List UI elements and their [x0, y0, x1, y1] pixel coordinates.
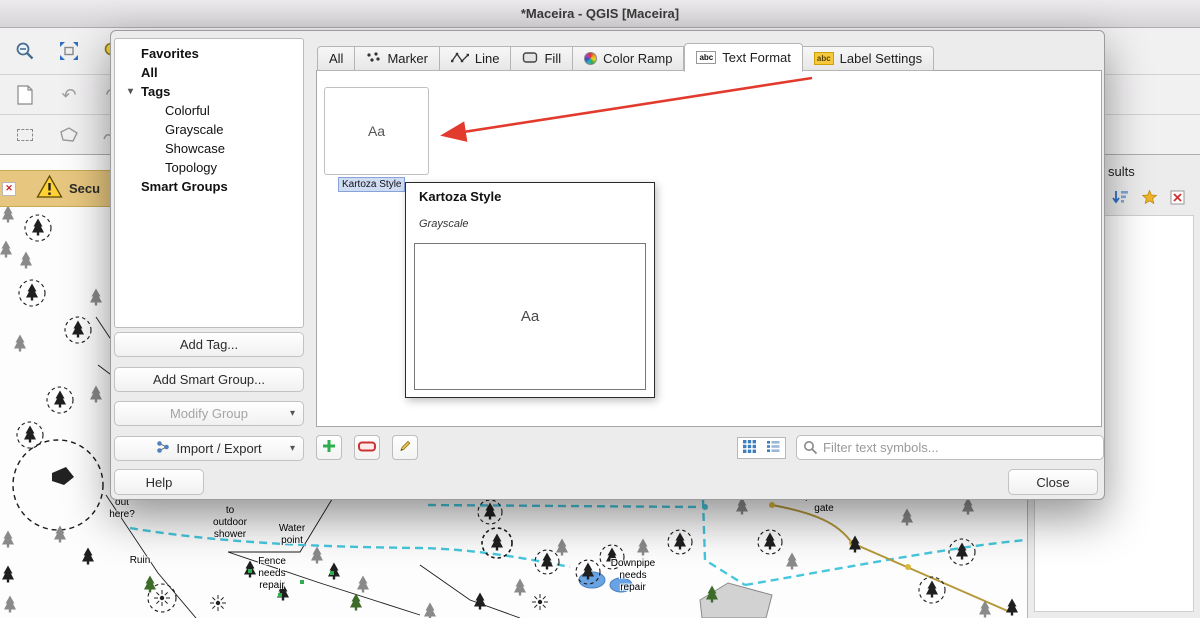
- tags-item-grayscale[interactable]: Grayscale: [115, 120, 303, 139]
- tags-item-topology[interactable]: Topology: [115, 158, 303, 177]
- symbol-item-kartoza-style[interactable]: Aa: [324, 87, 429, 175]
- tags-item-smart-groups[interactable]: Smart Groups: [115, 177, 303, 196]
- map-label: to outdoor shower: [204, 505, 256, 541]
- map-label: out here?: [100, 497, 144, 521]
- sort-icon[interactable]: [1112, 190, 1129, 210]
- warning-icon: [36, 174, 63, 204]
- select-rectangle-icon[interactable]: [12, 122, 38, 148]
- share-icon: [156, 440, 170, 457]
- pencil-icon: [398, 439, 412, 456]
- message-bar-text: Secu: [69, 181, 100, 196]
- close-button[interactable]: Close: [1008, 469, 1098, 495]
- filter-field-wrap: [796, 435, 1104, 460]
- line-icon: [451, 51, 469, 67]
- tab-color-ramp[interactable]: Color Ramp: [573, 46, 684, 71]
- close-icon[interactable]: ✕: [2, 182, 16, 196]
- map-label: Ruin: [120, 555, 160, 567]
- tooltip-tag: Grayscale: [419, 218, 469, 230]
- text-format-icon: abc: [696, 51, 716, 64]
- plus-icon: [322, 439, 336, 456]
- list-view-icon: [767, 440, 780, 456]
- symbol-tooltip: Kartoza Style Grayscale Aa: [405, 182, 655, 398]
- tab-all[interactable]: All: [317, 46, 355, 71]
- tab-label: Marker: [387, 51, 427, 66]
- tooltip-preview-box: Aa: [414, 243, 646, 390]
- window-title: *Maceira - QGIS [Maceira]: [521, 6, 679, 21]
- symbol-item-label: Kartoza Style: [338, 177, 405, 192]
- remove-item-button[interactable]: [354, 435, 380, 460]
- tags-item-tags[interactable]: ▾ Tags: [115, 82, 303, 101]
- map-label: Water point: [268, 523, 316, 547]
- new-layout-icon[interactable]: [12, 82, 38, 108]
- tab-label: All: [329, 51, 343, 66]
- chevron-down-icon[interactable]: ▾: [128, 82, 138, 101]
- add-item-button[interactable]: [316, 435, 342, 460]
- tags-panel[interactable]: Favorites All ▾ Tags Colorful Grayscale …: [114, 38, 304, 328]
- tab-marker[interactable]: Marker: [355, 46, 439, 71]
- minus-icon: [358, 440, 376, 455]
- modify-group-button[interactable]: Modify Group ▾: [114, 401, 304, 426]
- zoom-full-extent-icon[interactable]: [56, 38, 82, 64]
- filter-text-symbols-input[interactable]: [796, 435, 1104, 460]
- style-type-tabs: All Marker Line Fill Color Ramp abc Te: [317, 42, 934, 71]
- clear-results-icon[interactable]: [1170, 190, 1185, 210]
- tags-item-showcase[interactable]: Showcase: [115, 139, 303, 158]
- message-bar: ✕ Secu: [0, 170, 113, 207]
- add-smart-group-button[interactable]: Add Smart Group...: [114, 367, 304, 392]
- tab-label: Line: [475, 51, 500, 66]
- grid-view-icon: [743, 440, 756, 456]
- tab-label: Color Ramp: [603, 51, 672, 66]
- tooltip-title: Kartoza Style: [419, 189, 501, 204]
- color-ramp-icon: [584, 52, 597, 65]
- import-export-label: Import / Export: [176, 441, 261, 456]
- fill-icon: [522, 51, 538, 67]
- chevron-down-icon: ▾: [290, 408, 295, 419]
- tab-label-settings[interactable]: abc Label Settings: [803, 46, 934, 71]
- window-titlebar: *Maceira - QGIS [Maceira]: [0, 0, 1200, 28]
- undo-icon[interactable]: ↶: [56, 82, 82, 108]
- add-tag-button[interactable]: Add Tag...: [114, 332, 304, 357]
- list-view-button[interactable]: [761, 437, 786, 459]
- help-button[interactable]: Help: [114, 469, 204, 495]
- tags-item-all[interactable]: All: [115, 63, 303, 82]
- tab-fill[interactable]: Fill: [511, 46, 573, 71]
- search-icon: [803, 440, 818, 460]
- tab-label: Label Settings: [840, 51, 922, 66]
- icon-view-button[interactable]: [737, 437, 762, 459]
- edit-item-button[interactable]: [392, 435, 418, 460]
- import-export-button[interactable]: Import / Export ▾: [114, 436, 304, 461]
- modify-group-label: Modify Group: [170, 406, 248, 421]
- zoom-out-icon[interactable]: [12, 38, 38, 64]
- marker-icon: [366, 51, 381, 67]
- tab-label: Text Format: [722, 50, 791, 65]
- results-panel-title: sults: [1108, 164, 1135, 179]
- chevron-down-icon: ▾: [290, 443, 295, 454]
- tooltip-preview-text: Aa: [521, 308, 539, 325]
- map-label: Fence needs repair: [248, 556, 296, 592]
- tags-item-colorful[interactable]: Colorful: [115, 101, 303, 120]
- symbol-preview: Aa: [368, 123, 385, 139]
- results-panel-toolbar: [1112, 190, 1185, 210]
- star-icon[interactable]: [1142, 190, 1157, 210]
- map-label: Downpipe needs repair: [602, 558, 664, 594]
- tags-item-favorites[interactable]: Favorites: [115, 44, 303, 63]
- select-polygon-icon[interactable]: [56, 122, 82, 148]
- tab-label: Fill: [544, 51, 561, 66]
- tab-line[interactable]: Line: [440, 46, 512, 71]
- tags-item-label: Tags: [141, 82, 170, 101]
- label-settings-icon: abc: [814, 52, 834, 65]
- tab-text-format[interactable]: abc Text Format: [684, 43, 802, 72]
